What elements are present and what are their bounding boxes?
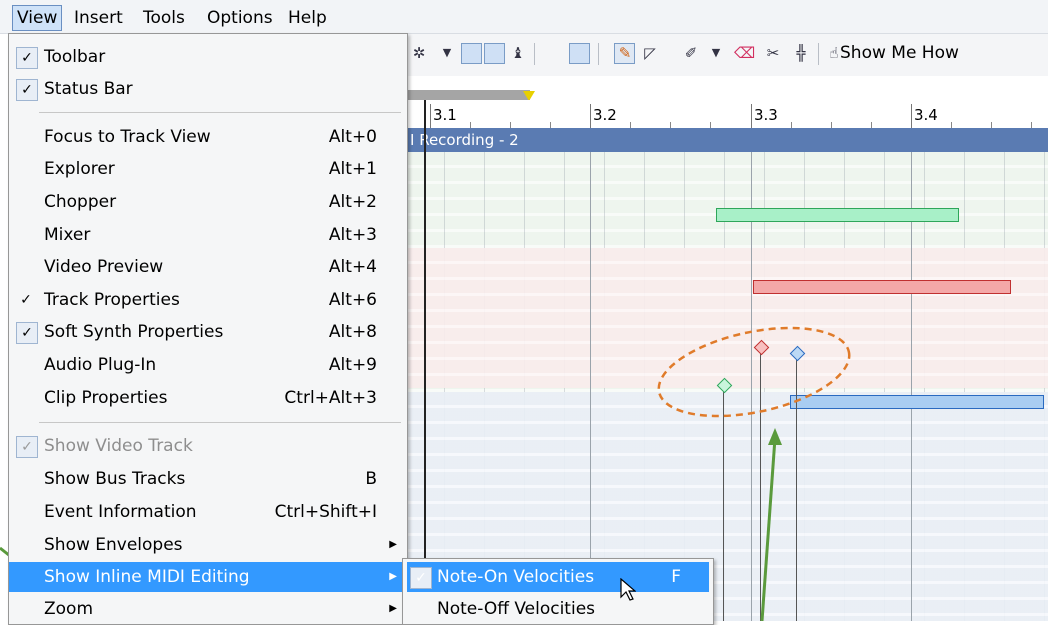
- menu-item-shortcut: Alt+8: [328, 322, 377, 342]
- menu-item-show-inline-midi-editing[interactable]: Show Inline MIDI Editing ▶: [9, 562, 407, 592]
- view-menu: ✓ Toolbar ✓ Status Bar Focus to Track Vi…: [8, 33, 408, 625]
- menu-item-show-bus-tracks[interactable]: Show Bus Tracks B: [9, 464, 407, 494]
- submenu-arrow-icon: ▶: [389, 603, 397, 614]
- annotation-arrowhead: [768, 428, 782, 445]
- menu-item-label: Explorer: [44, 159, 115, 179]
- menu-separator: [39, 422, 401, 423]
- menu-item-label: Show Inline MIDI Editing: [44, 567, 250, 587]
- check-icon: ✓: [410, 567, 432, 589]
- menu-item-note-off-velocities[interactable]: Note-Off Velocities: [403, 594, 713, 624]
- menu-item-label: Zoom: [44, 599, 94, 619]
- menu-item-label: Mixer: [44, 225, 91, 245]
- menu-item-shortcut: Ctrl+Alt+3: [284, 388, 377, 408]
- menu-item-status-bar[interactable]: ✓ Status Bar: [9, 74, 407, 104]
- menu-item-clip-properties[interactable]: Clip Properties Ctrl+Alt+3: [9, 383, 407, 413]
- annotation-ellipse: [657, 326, 851, 418]
- inline-midi-submenu: ✓ Note-On Velocities F Note-Off Velociti…: [402, 558, 714, 625]
- menu-item-label: Show Envelopes: [44, 535, 183, 555]
- menu-item-shortcut: Alt+2: [328, 192, 377, 212]
- menu-item-soft-synth-properties[interactable]: ✓ Soft Synth Properties Alt+8: [9, 317, 407, 347]
- check-icon: ✓: [20, 292, 32, 308]
- menu-item-audio-plug-in[interactable]: Audio Plug-In Alt+9: [9, 350, 407, 380]
- menu-item-shortcut: Alt+1: [328, 159, 377, 179]
- menu-item-label: Clip Properties: [44, 388, 168, 408]
- menu-item-label: Status Bar: [44, 79, 133, 99]
- menu-item-label: Note-On Velocities: [437, 567, 595, 587]
- submenu-arrow-icon: ▶: [389, 571, 397, 582]
- check-icon: ✓: [16, 79, 38, 101]
- menu-item-label: Show Bus Tracks: [44, 469, 186, 489]
- menu-item-shortcut: Alt+4: [328, 257, 377, 277]
- menu-item-label: Video Preview: [44, 257, 164, 277]
- menu-item-label: Chopper: [44, 192, 117, 212]
- menu-item-chopper[interactable]: Chopper Alt+2: [9, 187, 407, 217]
- menu-item-label: Track Properties: [44, 290, 180, 310]
- mouse-cursor-icon: [620, 578, 636, 601]
- menu-item-zoom[interactable]: Zoom ▶: [9, 594, 407, 624]
- menu-item-label: Toolbar: [44, 47, 106, 67]
- menu-item-label: Audio Plug-In: [44, 355, 157, 375]
- menu-item-track-properties[interactable]: ✓ Track Properties Alt+6: [9, 285, 407, 315]
- menu-item-shortcut: B: [365, 469, 377, 489]
- menu-item-explorer[interactable]: Explorer Alt+1: [9, 154, 407, 184]
- menu-item-shortcut: F: [671, 567, 681, 587]
- menu-item-focus-track-view[interactable]: Focus to Track View Alt+0: [9, 122, 407, 152]
- menu-item-label: Event Information: [44, 502, 197, 522]
- check-icon: ✓: [16, 47, 38, 69]
- annotation-arrow: [760, 437, 777, 621]
- menu-item-shortcut: Alt+3: [328, 225, 377, 245]
- menu-item-label: Note-Off Velocities: [437, 599, 596, 619]
- menu-separator: [39, 112, 401, 113]
- menu-item-video-preview[interactable]: Video Preview Alt+4: [9, 252, 407, 282]
- menu-item-shortcut: Alt+9: [328, 355, 377, 375]
- menu-item-show-video-track: ✓ Show Video Track: [9, 431, 407, 461]
- check-icon: ✓: [16, 322, 38, 344]
- menu-item-shortcut: Ctrl+Shift+I: [274, 502, 377, 522]
- menu-item-show-envelopes[interactable]: Show Envelopes ▶: [9, 530, 407, 560]
- menu-item-note-on-velocities[interactable]: ✓ Note-On Velocities F: [407, 562, 709, 592]
- menu-item-event-information[interactable]: Event Information Ctrl+Shift+I: [9, 497, 407, 527]
- menu-item-label: Show Video Track: [44, 436, 193, 456]
- menu-item-label: Soft Synth Properties: [44, 322, 224, 342]
- menu-item-toolbar[interactable]: ✓ Toolbar: [9, 42, 407, 72]
- check-icon: ✓: [16, 436, 38, 458]
- menu-item-label: Focus to Track View: [44, 127, 211, 147]
- menu-item-shortcut: Alt+0: [328, 127, 377, 147]
- menu-item-mixer[interactable]: Mixer Alt+3: [9, 220, 407, 250]
- menu-item-shortcut: Alt+6: [328, 290, 377, 310]
- submenu-arrow-icon: ▶: [389, 539, 397, 550]
